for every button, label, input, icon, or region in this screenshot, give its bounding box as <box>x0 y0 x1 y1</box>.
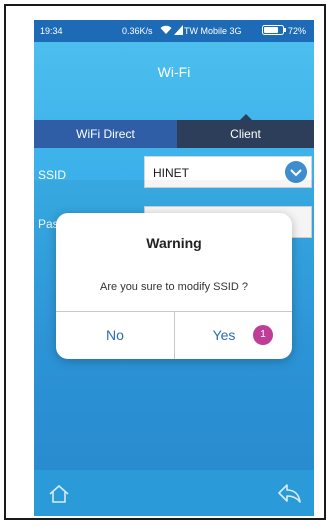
yes-button-label: Yes <box>212 327 236 343</box>
phone-screen: 19:34 0.36K/s TW Mobile 3G 72% Wi-Fi WiF… <box>34 20 314 516</box>
status-time: 19:34 <box>40 26 63 36</box>
tab-client[interactable]: Client <box>177 120 314 148</box>
screenshot-frame: 19:34 0.36K/s TW Mobile 3G 72% Wi-Fi WiF… <box>4 4 326 520</box>
selected-tab-indicator <box>239 114 253 121</box>
tab-wifi-direct[interactable]: WiFi Direct <box>34 120 177 148</box>
warning-dialog: Warning Are you sure to modify SSID ? No… <box>56 213 292 359</box>
no-button[interactable]: No <box>56 312 174 359</box>
dialog-title: Warning <box>146 235 202 251</box>
home-icon[interactable] <box>48 484 70 504</box>
status-data-rate: 0.36K/s <box>122 26 153 36</box>
ssid-value: HINET <box>153 166 189 180</box>
page-title: Wi-Fi <box>157 64 191 80</box>
wifi-icon <box>160 25 172 37</box>
battery-icon <box>262 25 286 37</box>
bottom-navigation-bar <box>34 470 314 516</box>
dialog-message: Are you sure to modify SSID ? <box>100 281 248 293</box>
no-button-label: No <box>106 327 124 343</box>
yes-button[interactable]: Yes <box>175 312 293 359</box>
back-icon[interactable] <box>276 482 302 504</box>
status-carrier: TW Mobile 3G <box>184 26 242 36</box>
status-battery-percent: 72% <box>288 26 307 36</box>
tab-bar: WiFi Direct Client <box>34 114 314 148</box>
signal-icon <box>174 25 183 37</box>
status-bar: 19:34 0.36K/s TW Mobile 3G 72% <box>34 20 314 42</box>
step-badge: 1 <box>253 325 273 345</box>
